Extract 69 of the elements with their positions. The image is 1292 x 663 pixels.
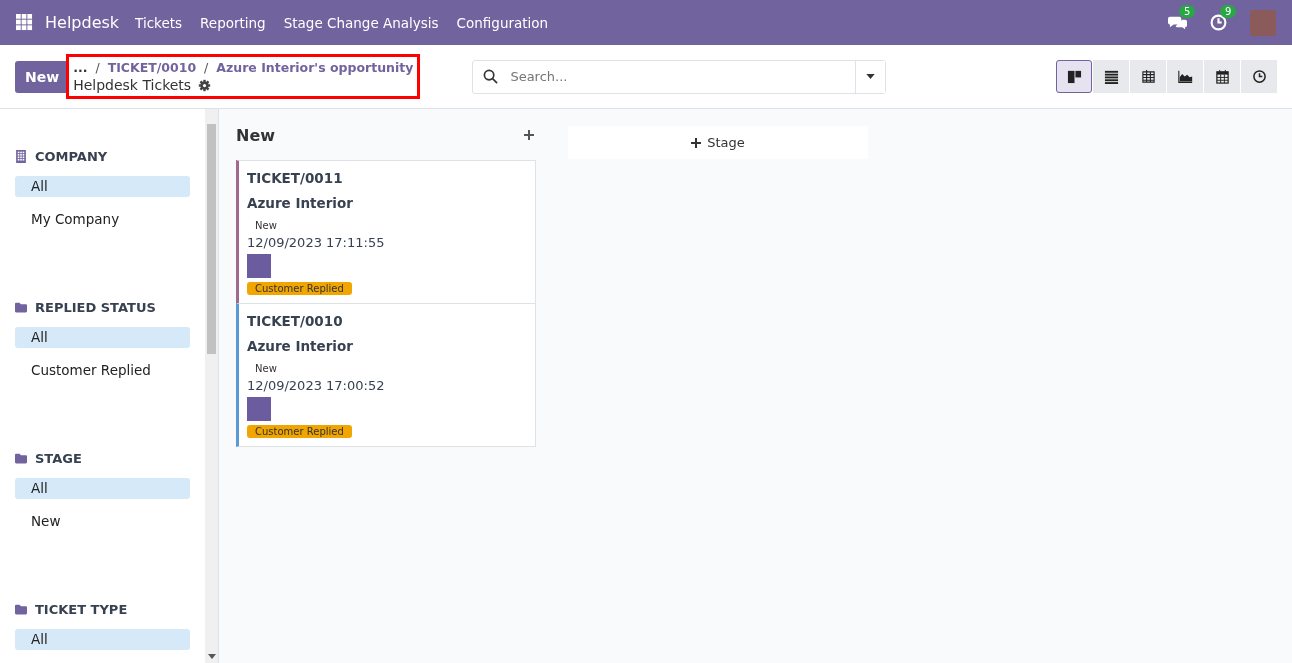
menu-item[interactable]: Configuration	[456, 14, 549, 31]
breadcrumb-separator: /	[204, 60, 209, 75]
plus-icon	[691, 137, 702, 148]
breadcrumb-separator: /	[95, 60, 100, 75]
scrollbar[interactable]	[205, 109, 218, 663]
ticket-date: 12/09/2023 17:11:55	[247, 235, 386, 250]
customer-name: Azure Interior	[247, 338, 354, 354]
search-icon	[483, 69, 499, 84]
folder-icon	[15, 603, 27, 616]
menu-item[interactable]: Tickets	[135, 14, 183, 31]
filter-item[interactable]: All	[15, 176, 190, 197]
search-field[interactable]: Search...	[472, 59, 887, 94]
folder-icon	[15, 301, 27, 314]
menu-item[interactable]: Reporting	[200, 14, 266, 31]
settings-icon[interactable]	[198, 78, 212, 92]
filter-item[interactable]: New	[15, 511, 190, 532]
filter-item[interactable]: Customer Replied	[15, 360, 190, 381]
folder-icon	[15, 452, 27, 465]
calendar-icon	[1214, 69, 1230, 84]
calendar-view-button[interactable]	[1204, 60, 1240, 93]
ticket-number: TICKET/0011	[247, 170, 344, 186]
ticket-number: TICKET/0010	[247, 313, 344, 329]
breadcrumb-link[interactable]: ...	[73, 60, 88, 75]
status-tag: Customer Replied	[247, 425, 352, 438]
table-icon	[1140, 69, 1156, 84]
filter-section-title: TICKET TYPE	[35, 602, 128, 617]
page-title: Helpdesk Tickets	[73, 77, 192, 93]
search-dropdown-toggle[interactable]	[855, 60, 886, 93]
breadcrumb-link[interactable]: TICKET/0010	[107, 60, 197, 75]
app-name[interactable]: Helpdesk	[45, 13, 120, 32]
breadcrumb-link[interactable]: Azure Interior's opportunity	[216, 60, 414, 75]
add-stage-button[interactable]: Stage	[568, 126, 868, 159]
activity-count: 9	[1220, 5, 1237, 18]
filter-item[interactable]: All	[15, 629, 190, 650]
filter-item[interactable]: All	[15, 327, 190, 348]
filter-item[interactable]: My Company	[15, 209, 190, 230]
ticket-date: 12/09/2023 17:00:52	[247, 378, 386, 393]
ticket-card[interactable]: TICKET/0010 Azure Interior New 12/09/2023 17:00:52 Customer Replied	[236, 303, 536, 447]
ticket-card[interactable]: TICKET/0011 Azure Interior New 12/09/2023 17:11:55 Customer Replied	[236, 160, 536, 304]
clock-icon	[1251, 69, 1267, 84]
kanban-icon	[1066, 69, 1082, 84]
filter-section-title: COMPANY	[35, 149, 108, 164]
menu-item[interactable]: Stage Change Analysis	[283, 14, 439, 31]
user-avatar	[247, 254, 271, 278]
graph-view-button[interactable]	[1167, 60, 1203, 93]
filter-section-title: REPLIED STATUS	[35, 300, 156, 315]
clock-icon[interactable]	[1209, 14, 1228, 31]
customer-name: Azure Interior	[247, 195, 354, 211]
pivot-view-button[interactable]	[1130, 60, 1166, 93]
stage-label: New	[255, 363, 278, 374]
filter-item[interactable]: All	[15, 478, 190, 499]
area-chart-icon	[1177, 69, 1193, 84]
list-view-button[interactable]	[1093, 60, 1129, 93]
app-grid-icon[interactable]	[16, 14, 33, 31]
search-input[interactable]: Search...	[508, 68, 856, 85]
scroll-down-icon[interactable]	[208, 654, 216, 659]
kanban-view-button[interactable]	[1056, 60, 1092, 93]
list-icon	[1103, 69, 1119, 84]
status-tag: Customer Replied	[247, 282, 352, 295]
user-avatar	[247, 397, 271, 421]
chat-icon[interactable]	[1168, 14, 1187, 31]
plus-icon[interactable]	[524, 130, 534, 140]
message-count: 5	[1179, 5, 1196, 18]
filter-section-title: STAGE	[35, 451, 82, 466]
activity-view-button[interactable]	[1241, 60, 1277, 93]
stage-label: New	[255, 220, 278, 231]
building-icon	[15, 150, 27, 163]
column-title: New	[236, 125, 276, 145]
caret-icon	[866, 74, 876, 79]
